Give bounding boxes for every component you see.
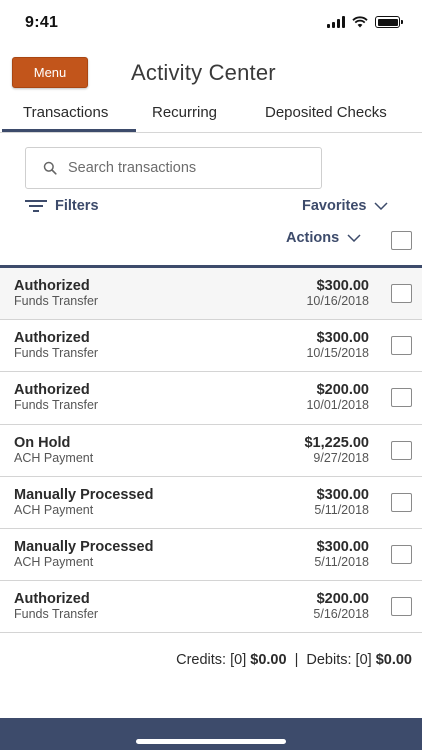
- status-time: 9:41: [25, 14, 59, 31]
- transaction-status: Authorized: [14, 278, 90, 294]
- filter-lines-icon: [25, 200, 47, 212]
- transaction-row[interactable]: Authorized Funds Transfer $300.00 10/16/…: [0, 268, 422, 321]
- transaction-amount: $300.00: [316, 330, 369, 347]
- status-icons: [327, 16, 403, 28]
- transaction-amount: $300.00: [316, 278, 369, 294]
- transaction-checkbox[interactable]: [391, 388, 412, 408]
- battery-icon: [375, 16, 403, 28]
- transaction-row[interactable]: Manually Processed ACH Payment $300.00 5…: [0, 528, 422, 582]
- transaction-amount: $1,225.00: [304, 434, 369, 451]
- search-icon: [43, 161, 57, 175]
- transaction-date: 10/15/2018: [306, 346, 369, 361]
- credits-amount: $0.00: [250, 652, 287, 668]
- search-input[interactable]: [68, 160, 298, 176]
- transaction-type: Funds Transfer: [14, 398, 99, 413]
- transaction-type: Funds Transfer: [14, 294, 99, 308]
- transaction-row[interactable]: Authorized Funds Transfer $200.00 5/16/2…: [0, 581, 422, 634]
- transaction-type: Funds Transfer: [14, 607, 99, 622]
- transaction-amount: $200.00: [316, 591, 369, 608]
- transaction-date: 5/11/2018: [314, 554, 369, 569]
- transaction-date: 10/01/2018: [306, 398, 369, 413]
- header: Menu Activity Center: [0, 56, 422, 92]
- actions-dropdown[interactable]: Actions: [286, 230, 361, 246]
- transaction-date: 5/11/2018: [314, 502, 369, 517]
- transaction-amount: $200.00: [316, 382, 369, 399]
- totals-separator: |: [294, 652, 299, 668]
- tab-bar: Transactions Recurring Deposited Checks: [0, 98, 422, 133]
- chevron-down-icon: [374, 202, 389, 210]
- transaction-list: Authorized Funds Transfer $300.00 10/16/…: [0, 268, 422, 634]
- menu-button[interactable]: Menu: [12, 57, 88, 88]
- transaction-type: ACH Payment: [14, 554, 94, 569]
- search-box[interactable]: [25, 147, 322, 189]
- transaction-type: ACH Payment: [14, 450, 94, 465]
- credits-label: Credits: [0]: [176, 652, 247, 668]
- transaction-checkbox[interactable]: [391, 440, 412, 460]
- status-bar: 9:41: [0, 0, 422, 46]
- cellular-signal-icon: [327, 16, 345, 28]
- transaction-checkbox[interactable]: [391, 336, 412, 356]
- transaction-type: ACH Payment: [14, 502, 94, 517]
- select-all-checkbox[interactable]: [391, 231, 412, 250]
- transaction-date: 9/27/2018: [313, 450, 369, 465]
- transaction-status: On Hold: [14, 434, 71, 451]
- filters-label: Filters: [55, 198, 99, 214]
- debits-label: Debits: [0]: [306, 652, 372, 668]
- filters-button[interactable]: Filters: [25, 198, 99, 214]
- transaction-status: Authorized: [14, 330, 90, 347]
- home-indicator[interactable]: [136, 739, 286, 744]
- page-title: Activity Center: [131, 60, 276, 85]
- transaction-status: Authorized: [14, 382, 90, 399]
- transaction-row[interactable]: Authorized Funds Transfer $300.00 10/15/…: [0, 320, 422, 373]
- transaction-row[interactable]: Authorized Funds Transfer $200.00 10/01/…: [0, 372, 422, 425]
- favorites-dropdown[interactable]: Favorites: [302, 198, 389, 214]
- tab-transactions[interactable]: Transactions: [23, 104, 108, 121]
- transaction-date: 5/16/2018: [313, 607, 369, 622]
- transaction-status: Authorized: [14, 591, 90, 608]
- actions-label: Actions: [286, 230, 340, 246]
- transaction-checkbox[interactable]: [391, 597, 412, 617]
- totals-summary: Credits: [0] $0.00 | Debits: [0] $0.00: [176, 652, 412, 668]
- transaction-type: Funds Transfer: [14, 346, 99, 361]
- transaction-checkbox[interactable]: [391, 284, 412, 303]
- debits-amount: $0.00: [375, 652, 412, 668]
- chevron-down-icon: [347, 234, 361, 242]
- transaction-checkbox[interactable]: [391, 492, 412, 512]
- transaction-date: 10/16/2018: [306, 294, 369, 308]
- transaction-status: Manually Processed: [14, 538, 154, 555]
- wifi-icon: [352, 16, 368, 28]
- bottom-bar: [0, 718, 422, 750]
- transaction-status: Manually Processed: [14, 486, 154, 503]
- active-tab-indicator: [2, 129, 136, 132]
- favorites-label: Favorites: [302, 198, 367, 214]
- tab-deposited-checks[interactable]: Deposited Checks: [265, 104, 387, 121]
- transaction-checkbox[interactable]: [391, 544, 412, 564]
- tab-recurring[interactable]: Recurring: [152, 104, 217, 121]
- transaction-row[interactable]: On Hold ACH Payment $1,225.00 9/27/2018: [0, 424, 422, 477]
- transaction-amount: $300.00: [316, 486, 369, 503]
- transaction-row[interactable]: Manually Processed ACH Payment $300.00 5…: [0, 476, 422, 529]
- transaction-amount: $300.00: [316, 538, 369, 555]
